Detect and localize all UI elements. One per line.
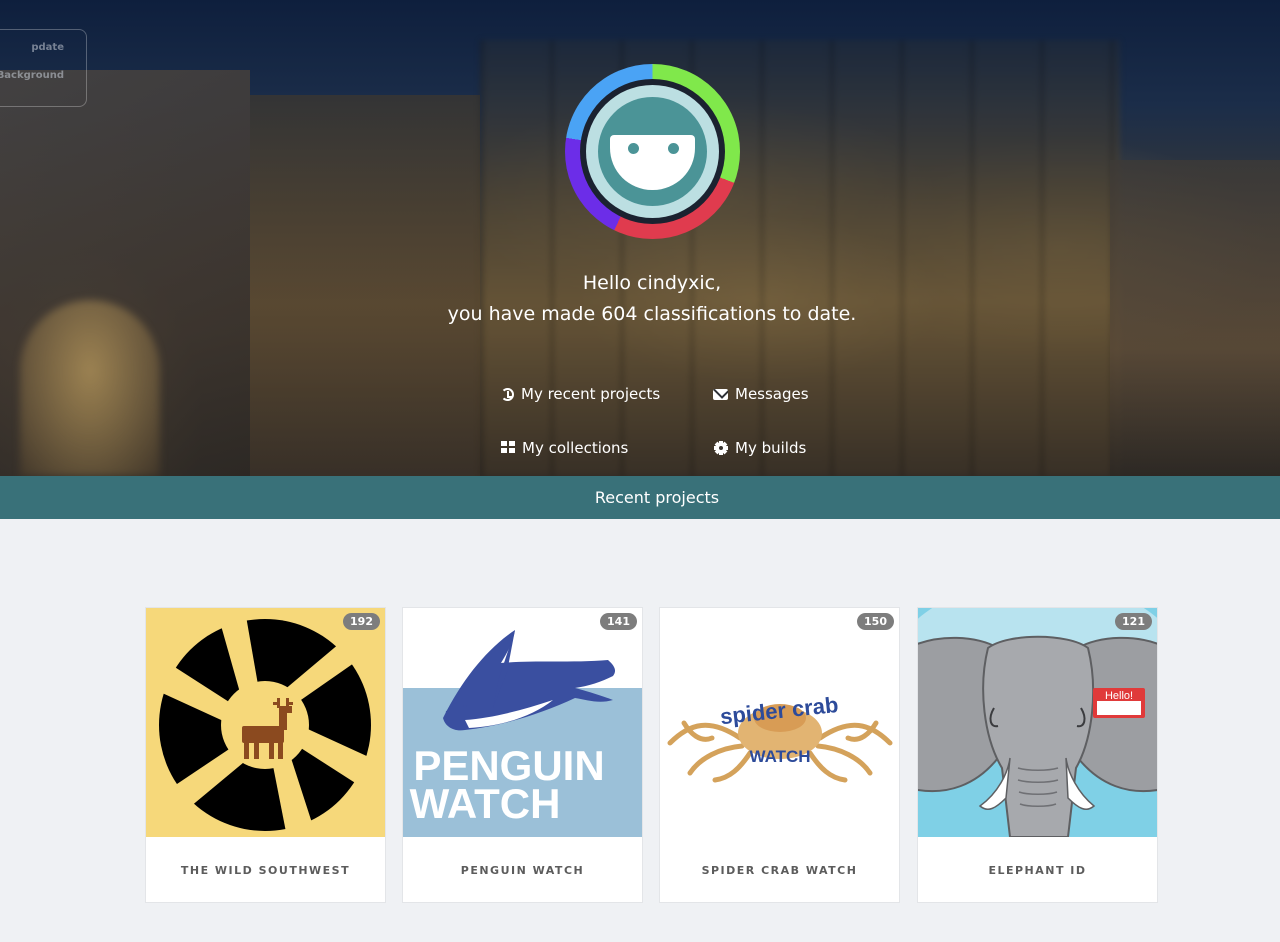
my-recent-projects-link[interactable]: My recent projects bbox=[501, 385, 660, 403]
classification-count-badge: 141 bbox=[600, 613, 637, 630]
classification-count-line: you have made 604 classifications to dat… bbox=[447, 303, 857, 325]
project-title: PENGUIN WATCH bbox=[460, 863, 585, 877]
background-settings-panel[interactable]: pdate Background bbox=[0, 29, 87, 107]
background-option[interactable]: Background bbox=[0, 70, 64, 81]
crab-subtitle-text: WATCH bbox=[749, 747, 810, 766]
link-label: My collections bbox=[522, 439, 629, 457]
project-thumbnail: PENGUIN WATCH bbox=[403, 608, 642, 837]
project-card-penguin-watch[interactable]: PENGUIN WATCH 141 PENGUIN WATCH bbox=[402, 607, 643, 903]
penguin-logo: PENGUIN WATCH bbox=[403, 608, 642, 837]
project-title: ELEPHANT ID bbox=[988, 863, 1087, 877]
elephant-logo: Hello! bbox=[918, 608, 1157, 837]
project-title: SPIDER CRAB WATCH bbox=[701, 863, 858, 877]
link-label: My builds bbox=[735, 439, 807, 457]
greeting-line: Hello cindyxic, bbox=[582, 272, 722, 294]
project-card-spider-crab-watch[interactable]: spider crab WATCH 150 SPIDER CRAB WATCH bbox=[659, 607, 900, 903]
spider-crab-logo: spider crab WATCH bbox=[660, 608, 899, 837]
classification-count-badge: 192 bbox=[343, 613, 380, 630]
project-card-elephant-id[interactable]: Hello! 121 ELEPHANT ID bbox=[917, 607, 1158, 903]
link-label: Messages bbox=[735, 385, 809, 403]
update-option[interactable]: pdate bbox=[31, 42, 64, 53]
history-icon bbox=[501, 387, 514, 401]
my-builds-link[interactable]: My builds bbox=[714, 439, 806, 457]
avatar bbox=[565, 64, 740, 239]
classification-count-badge: 150 bbox=[857, 613, 894, 630]
avatar-ring bbox=[565, 64, 740, 239]
background-arch bbox=[20, 300, 160, 476]
envelope-icon bbox=[713, 388, 728, 400]
camera-aperture-deer-logo bbox=[146, 608, 385, 837]
recent-projects-header: Recent projects bbox=[0, 476, 1280, 519]
project-thumbnail: Hello! bbox=[918, 608, 1157, 837]
elephant-name-tag-text: Hello! bbox=[1105, 690, 1133, 702]
project-title: THE WILD SOUTHWEST bbox=[180, 863, 351, 877]
classification-count-badge: 121 bbox=[1115, 613, 1152, 630]
penguin-subtitle-text: WATCH bbox=[410, 780, 561, 827]
avatar-robot-icon bbox=[586, 85, 719, 218]
project-thumbnail bbox=[146, 608, 385, 837]
project-card-wild-southwest[interactable]: 192 THE WILD SOUTHWEST bbox=[145, 607, 386, 903]
messages-link[interactable]: Messages bbox=[713, 385, 809, 403]
project-thumbnail: spider crab WATCH bbox=[660, 608, 899, 837]
hero-banner: pdate Background Hello cindyxic, you hav… bbox=[0, 0, 1280, 476]
grid-icon bbox=[501, 441, 515, 455]
my-collections-link[interactable]: My collections bbox=[501, 439, 628, 457]
section-title: Recent projects bbox=[594, 488, 720, 507]
gear-icon bbox=[714, 441, 728, 455]
link-label: My recent projects bbox=[521, 385, 661, 403]
